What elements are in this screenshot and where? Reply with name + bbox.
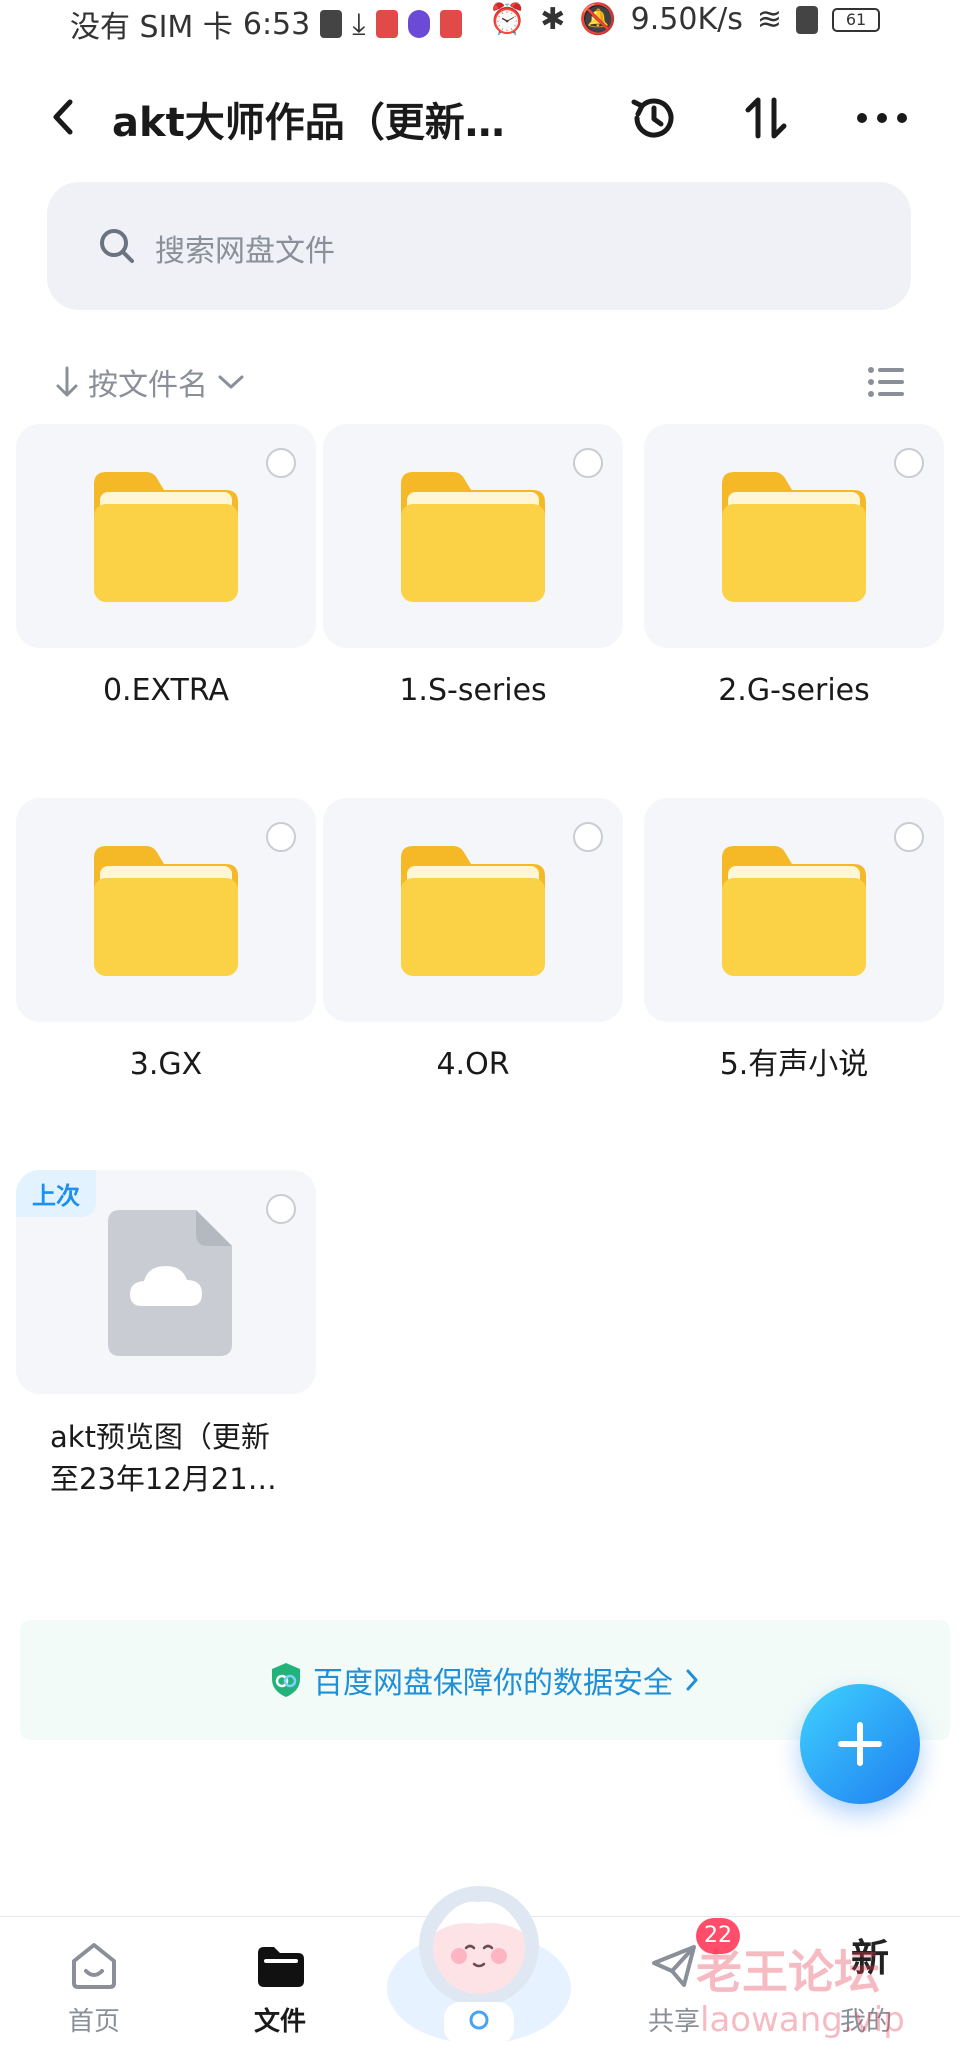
folder-item[interactable]: 1.S-series	[323, 424, 623, 712]
folder-item[interactable]: 5.有声小说	[644, 798, 944, 1086]
mute-icon: 🔕	[579, 2, 617, 37]
file-name: akt预览图（更新 至23年12月21…	[16, 1416, 316, 1500]
folder-icon	[401, 846, 545, 976]
search-icon	[100, 229, 134, 263]
folder-card[interactable]	[323, 798, 623, 1022]
select-radio[interactable]	[573, 822, 603, 852]
notification-icon	[320, 10, 343, 38]
file-item[interactable]: 上次 akt预览图（更新 至23年12月21…	[16, 1170, 316, 1500]
clock-text: 6:53	[242, 6, 311, 42]
shield-icon	[272, 1663, 300, 1697]
back-icon[interactable]	[44, 92, 84, 142]
watermark-text: 老王论坛	[696, 1945, 880, 1999]
page-title: akt大师作品（更新…	[112, 100, 505, 146]
carrier-text: 没有 SIM 卡	[70, 10, 233, 45]
folder-item[interactable]: 2.G-series	[644, 424, 944, 712]
tab-label: 文件	[253, 2007, 306, 2037]
file-name: 4.OR	[436, 1047, 510, 1082]
network-speed: 9.50K/s	[630, 2, 743, 37]
chevron-right-icon	[686, 1669, 698, 1691]
folder-icon	[722, 846, 866, 976]
app-bar: akt大师作品（更新…	[0, 70, 960, 170]
file-name: 0.EXTRA	[102, 673, 230, 708]
folder-icon	[94, 472, 238, 602]
add-button[interactable]	[800, 1684, 920, 1804]
bluetooth-icon: ✱	[540, 2, 566, 37]
folder-item[interactable]: 0.EXTRA	[16, 424, 316, 712]
file-name: 5.有声小说	[719, 1047, 869, 1082]
status-left: 没有 SIM 卡 6:53 ⤓	[70, 2, 462, 46]
share-icon	[652, 1945, 696, 1987]
sort-selector[interactable]: 按文件名	[54, 360, 246, 404]
download-icon: ⤓	[352, 6, 366, 42]
folder-card[interactable]	[16, 424, 316, 648]
app-notification-icon-2	[407, 10, 430, 38]
folder-card[interactable]	[644, 798, 944, 1022]
select-radio[interactable]	[266, 822, 296, 852]
history-icon[interactable]	[624, 88, 684, 148]
file-name: 3.GX	[129, 1047, 203, 1082]
search-placeholder: 搜索网盘文件	[155, 234, 335, 269]
folder-card[interactable]	[323, 424, 623, 648]
alarm-icon: ⏰	[488, 2, 527, 37]
folder-item[interactable]: 4.OR	[323, 798, 623, 1086]
tab-label: 共享	[647, 2007, 700, 2037]
folder-icon	[722, 472, 866, 602]
more-icon[interactable]	[852, 88, 912, 148]
folder-card[interactable]	[644, 424, 944, 648]
select-radio[interactable]	[894, 822, 924, 852]
folder-item[interactable]: 3.GX	[16, 798, 316, 1086]
file-name-line2: 至23年12月21…	[50, 1462, 277, 1496]
alert-icon	[796, 5, 818, 34]
tab-home[interactable]: 首页	[34, 1941, 154, 2038]
status-bar: 没有 SIM 卡 6:53 ⤓ ⏰ ✱ 🔕 9.50K/s ≋ 61	[0, 0, 960, 45]
home-icon	[72, 1943, 116, 1989]
watermark-url: laowang.vip	[700, 2000, 905, 2040]
folder-icon	[94, 846, 238, 976]
file-name: 2.G-series	[718, 673, 870, 708]
file-card[interactable]: 上次	[16, 1170, 316, 1394]
search-input[interactable]: 搜索网盘文件	[47, 182, 911, 310]
cloud-file-icon	[108, 1210, 232, 1356]
select-radio[interactable]	[266, 1194, 296, 1224]
file-name: 1.S-series	[399, 673, 547, 708]
folder-icon	[258, 1947, 304, 1987]
sort-transfer-icon[interactable]	[736, 88, 796, 148]
chevron-down-icon	[218, 375, 244, 389]
battery-icon: 61	[832, 7, 880, 32]
folder-icon	[401, 472, 545, 602]
sort-down-icon	[56, 366, 78, 397]
mascot-button[interactable]	[384, 1868, 574, 2044]
banner-text: 百度网盘保障你的数据安全	[313, 1666, 673, 1701]
plus-icon	[838, 1722, 882, 1766]
select-radio[interactable]	[894, 448, 924, 478]
app-notification-icon-3	[439, 10, 462, 38]
file-name-line1: akt预览图（更新	[50, 1420, 270, 1454]
tab-files[interactable]: 文件	[220, 1941, 340, 2038]
wifi-icon: ≋	[756, 2, 782, 37]
folder-card[interactable]	[16, 798, 316, 1022]
list-view-icon[interactable]	[866, 362, 906, 402]
select-radio[interactable]	[573, 448, 603, 478]
last-opened-badge: 上次	[16, 1170, 96, 1217]
sort-label: 按文件名	[88, 368, 208, 403]
app-notification-icon	[375, 10, 398, 38]
tab-label: 首页	[67, 2007, 120, 2037]
status-right: ⏰ ✱ 🔕 9.50K/s ≋ 61	[489, 2, 880, 37]
select-radio[interactable]	[266, 448, 296, 478]
